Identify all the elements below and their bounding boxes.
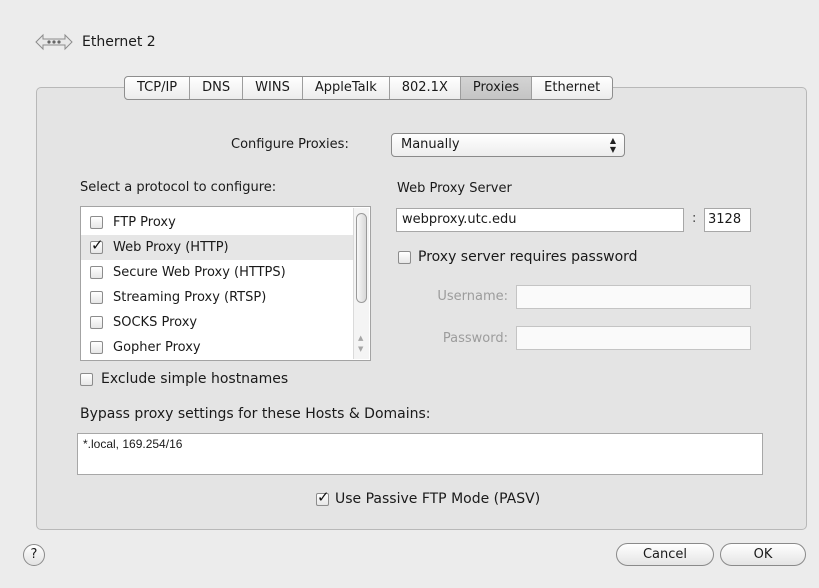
ftp-proxy-checkbox[interactable]: [90, 216, 103, 229]
protocol-list-scrollbar[interactable]: ▲ ▼: [353, 208, 369, 359]
window-title: Ethernet 2: [82, 34, 156, 50]
tab-proxies[interactable]: Proxies: [460, 77, 533, 99]
web-proxy-server-label: Web Proxy Server: [397, 181, 512, 196]
proxy-host-field[interactable]: webproxy.utc.edu: [396, 208, 684, 232]
bypass-label: Bypass proxy settings for these Hosts & …: [80, 406, 431, 422]
list-item-label: Streaming Proxy (RTSP): [113, 290, 267, 305]
scroll-up-arrow-icon[interactable]: ▲: [358, 334, 363, 342]
tab-bar: TCP/IP DNS WINS AppleTalk 802.1X Proxies…: [124, 76, 614, 100]
streaming-proxy-checkbox[interactable]: [90, 291, 103, 304]
list-item-socks-proxy[interactable]: SOCKS Proxy: [81, 310, 353, 335]
scroll-down-arrow-icon[interactable]: ▼: [358, 345, 363, 353]
window-header: Ethernet 2: [34, 30, 156, 54]
socks-proxy-checkbox[interactable]: [90, 316, 103, 329]
protocol-list[interactable]: FTP Proxy Web Proxy (HTTP) Secure Web Pr…: [80, 206, 371, 361]
network-icon: [35, 33, 73, 51]
passive-ftp-checkbox[interactable]: [316, 488, 330, 506]
username-field[interactable]: [516, 285, 751, 309]
list-item-label: Secure Web Proxy (HTTPS): [113, 265, 286, 280]
protocol-list-label: Select a protocol to configure:: [80, 180, 277, 195]
gopher-proxy-checkbox[interactable]: [90, 341, 103, 354]
list-item-label: Gopher Proxy: [113, 340, 201, 355]
scrollbar-thumb[interactable]: [356, 213, 367, 303]
bypass-hosts-textarea[interactable]: *.local, 169.254/16: [77, 433, 763, 475]
port-separator: :: [692, 211, 697, 226]
secure-web-proxy-checkbox[interactable]: [90, 266, 103, 279]
password-field[interactable]: [516, 326, 751, 350]
list-item-ftp-proxy[interactable]: FTP Proxy: [81, 210, 353, 235]
list-item-streaming-proxy[interactable]: Streaming Proxy (RTSP): [81, 285, 353, 310]
configure-proxies-value: Manually: [401, 137, 460, 152]
proxy-port-field[interactable]: 3128: [704, 208, 751, 232]
ok-button[interactable]: OK: [720, 543, 806, 566]
cancel-button[interactable]: Cancel: [616, 543, 714, 566]
tab-appletalk[interactable]: AppleTalk: [303, 77, 390, 99]
tab-ethernet[interactable]: Ethernet: [532, 77, 612, 99]
configure-proxies-select[interactable]: Manually ▲ ▼: [391, 133, 625, 157]
updown-arrows-icon: ▲ ▼: [609, 136, 616, 154]
username-label: Username:: [437, 289, 508, 304]
exclude-simple-hostnames-checkbox[interactable]: [80, 372, 93, 386]
tab-8021x[interactable]: 802.1X: [390, 77, 461, 99]
password-label: Password:: [442, 331, 508, 346]
list-item-web-proxy[interactable]: Web Proxy (HTTP): [81, 235, 353, 260]
exclude-simple-hostnames-label: Exclude simple hostnames: [101, 371, 289, 387]
tab-tcpip[interactable]: TCP/IP: [125, 77, 191, 99]
web-proxy-checkbox[interactable]: [90, 236, 104, 254]
requires-password-option[interactable]: Proxy server requires password: [398, 249, 638, 265]
list-item-secure-web-proxy[interactable]: Secure Web Proxy (HTTPS): [81, 260, 353, 285]
passive-ftp-option[interactable]: Use Passive FTP Mode (PASV): [316, 488, 541, 507]
tab-wins[interactable]: WINS: [243, 77, 303, 99]
configure-proxies-label: Configure Proxies:: [231, 137, 349, 152]
passive-ftp-label: Use Passive FTP Mode (PASV): [335, 491, 541, 507]
requires-password-checkbox[interactable]: [398, 250, 411, 264]
list-item-label: SOCKS Proxy: [113, 315, 198, 330]
requires-password-label: Proxy server requires password: [418, 249, 638, 265]
list-item-label: FTP Proxy: [113, 215, 176, 230]
tab-dns[interactable]: DNS: [190, 77, 244, 99]
list-item-gopher-proxy[interactable]: Gopher Proxy: [81, 335, 353, 360]
help-button[interactable]: ?: [23, 544, 45, 566]
exclude-simple-hostnames[interactable]: Exclude simple hostnames: [80, 371, 288, 387]
list-item-label: Web Proxy (HTTP): [113, 240, 229, 255]
